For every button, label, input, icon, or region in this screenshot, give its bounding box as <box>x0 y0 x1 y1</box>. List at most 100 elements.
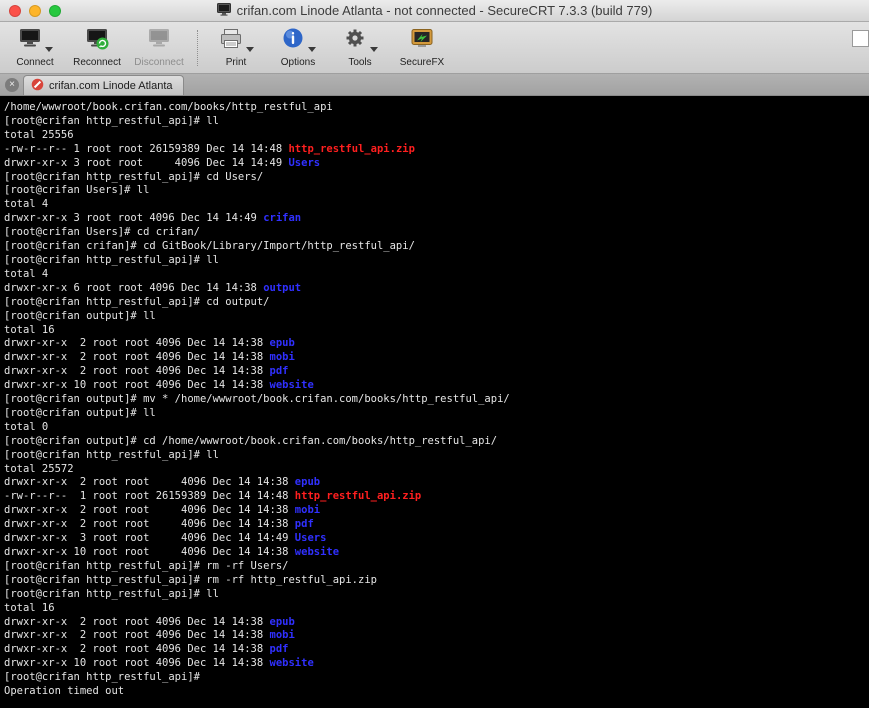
terminal-line: [root@crifan http_restful_api]# rm -rf h… <box>4 574 869 588</box>
window-title-group: crifan.com Linode Atlanta - not connecte… <box>216 2 653 19</box>
terminal-text: total 25556 <box>4 128 74 141</box>
terminal-line: [root@crifan http_restful_api]# rm -rf U… <box>4 560 869 574</box>
terminal-text: drwxr-xr-x 2 root root 4096 Dec 14 14:38 <box>4 518 295 531</box>
archive-file-name: http_restful_api.zip <box>294 490 422 503</box>
toolbar-separator <box>197 29 198 66</box>
terminal-text: [root@crifan Users]# ll <box>4 184 150 197</box>
terminal-line: [root@crifan Users]# ll <box>4 184 869 198</box>
print-dropdown-arrow[interactable] <box>246 46 254 52</box>
options-dropdown-arrow[interactable] <box>308 46 316 52</box>
terminal-text: total 16 <box>4 323 55 336</box>
terminal-text: [root@crifan Users]# cd crifan/ <box>4 226 200 239</box>
terminal-line: drwxr-xr-x 10 root root 4096 Dec 14 14:3… <box>4 657 869 671</box>
minimize-window-button[interactable] <box>29 5 41 17</box>
terminal-line: drwxr-xr-x 2 root root 4096 Dec 14 14:38… <box>4 351 869 365</box>
tools-icon <box>342 26 368 56</box>
terminal-line: drwxr-xr-x 10 root root 4096 Dec 14 14:3… <box>4 379 869 393</box>
tools-dropdown-arrow[interactable] <box>370 46 378 52</box>
securefx-button[interactable]: SecureFX <box>391 25 453 71</box>
terminal-text: [root@crifan http_restful_api]# rm -rf h… <box>4 573 377 586</box>
terminal-text: total 16 <box>4 601 55 614</box>
terminal-output[interactable]: /home/wwwroot/book.crifan.com/books/http… <box>0 96 869 708</box>
terminal-line: /home/wwwroot/book.crifan.com/books/http… <box>4 101 869 115</box>
terminal-line: drwxr-xr-x 2 root root 4096 Dec 14 14:38… <box>4 643 869 657</box>
terminal-line: drwxr-xr-x 2 root root 4096 Dec 14 14:38… <box>4 629 869 643</box>
terminal-line: drwxr-xr-x 2 root root 4096 Dec 14 14:38… <box>4 616 869 630</box>
reconnect-label: Reconnect <box>73 56 121 68</box>
reconnect-button[interactable]: Reconnect <box>66 25 128 71</box>
app-icon <box>216 2 231 19</box>
terminal-line: drwxr-xr-x 2 root root 4096 Dec 14 14:38… <box>4 365 869 379</box>
not-connected-icon <box>31 78 44 94</box>
directory-name: website <box>269 379 314 392</box>
reconnect-icon <box>84 26 110 56</box>
terminal-line: total 25572 <box>4 463 869 477</box>
terminal-line: [root@crifan crifan]# cd GitBook/Library… <box>4 240 869 254</box>
zoom-window-button[interactable] <box>49 5 61 17</box>
options-button[interactable]: Options <box>267 25 329 71</box>
options-icon <box>280 26 306 56</box>
directory-name: pdf <box>269 643 289 656</box>
securefx-label: SecureFX <box>399 56 445 68</box>
disconnect-icon <box>146 26 172 56</box>
terminal-text: drwxr-xr-x 3 root root 4096 Dec 14 14:49 <box>4 156 289 169</box>
terminal-line: drwxr-xr-x 2 root root 4096 Dec 14 14:38… <box>4 337 869 351</box>
print-button[interactable]: Print <box>205 25 267 71</box>
terminal-text: -rw-r--r-- 1 root root 26159389 Dec 14 1… <box>4 142 289 155</box>
terminal-line: [root@crifan output]# mv * /home/wwwroot… <box>4 393 869 407</box>
terminal-line: drwxr-xr-x 3 root root 4096 Dec 14 14:49… <box>4 157 869 171</box>
terminal-line: [root@crifan http_restful_api]# <box>4 671 869 685</box>
connect-button[interactable]: Connect <box>4 25 66 71</box>
connect-dropdown-arrow[interactable] <box>45 46 53 52</box>
terminal-line: [root@crifan output]# cd /home/wwwroot/b… <box>4 435 869 449</box>
terminal-text: drwxr-xr-x 2 root root 4096 Dec 14 14:38 <box>4 337 270 350</box>
terminal-line: Operation timed out <box>4 685 869 699</box>
title-bar: crifan.com Linode Atlanta - not connecte… <box>0 0 869 22</box>
window-title: crifan.com Linode Atlanta - not connecte… <box>236 3 653 18</box>
terminal-text: [root@crifan http_restful_api]# ll <box>4 587 219 600</box>
tab-close-icon[interactable]: × <box>5 78 19 92</box>
terminal-text: drwxr-xr-x 10 root root 4096 Dec 14 14:3… <box>4 657 270 670</box>
terminal-text: drwxr-xr-x 2 root root 4096 Dec 14 14:38 <box>4 643 270 656</box>
options-label: Options <box>280 56 316 68</box>
print-icon <box>218 26 244 56</box>
terminal-line: drwxr-xr-x 6 root root 4096 Dec 14 14:38… <box>4 282 869 296</box>
terminal-text: [root@crifan http_restful_api]# <box>4 671 200 684</box>
session-tab-label: crifan.com Linode Atlanta <box>49 79 173 92</box>
terminal-text: [root@crifan output]# ll <box>4 406 156 419</box>
terminal-text: [root@crifan http_restful_api]# ll <box>4 253 219 266</box>
terminal-text: drwxr-xr-x 6 root root 4096 Dec 14 14:38 <box>4 281 264 294</box>
terminal-text: /home/wwwroot/book.crifan.com/books/http… <box>4 101 333 113</box>
directory-name: output <box>263 281 302 294</box>
connect-icon <box>17 26 43 56</box>
print-label: Print <box>225 56 247 68</box>
directory-name: mobi <box>269 629 295 642</box>
terminal-text: drwxr-xr-x 3 root root 4096 Dec 14 14:49 <box>4 212 264 225</box>
terminal-line: drwxr-xr-x 10 root root 4096 Dec 14 14:3… <box>4 546 869 560</box>
terminal-line: [root@crifan http_restful_api]# ll <box>4 449 869 463</box>
terminal-line: drwxr-xr-x 2 root root 4096 Dec 14 14:38… <box>4 504 869 518</box>
terminal-line: -rw-r--r-- 1 root root 26159389 Dec 14 1… <box>4 143 869 157</box>
tab-bar: × crifan.com Linode Atlanta <box>0 74 869 96</box>
tools-button[interactable]: Tools <box>329 25 391 71</box>
directory-name: mobi <box>294 504 321 517</box>
disconnect-button[interactable]: Disconnect <box>128 25 190 71</box>
close-window-button[interactable] <box>9 5 21 17</box>
terminal-text: total 4 <box>4 198 49 211</box>
terminal-text: [root@crifan crifan]# cd GitBook/Library… <box>4 240 415 253</box>
terminal-text: drwxr-xr-x 2 root root 4096 Dec 14 14:38 <box>4 504 295 517</box>
terminal-line: drwxr-xr-x 3 root root 4096 Dec 14 14:49… <box>4 532 869 546</box>
terminal-text: drwxr-xr-x 2 root root 4096 Dec 14 14:38 <box>4 476 295 489</box>
disconnect-label: Disconnect <box>134 56 184 68</box>
session-tab[interactable]: crifan.com Linode Atlanta <box>23 75 184 95</box>
terminal-line: total 16 <box>4 324 869 338</box>
terminal-text: -rw-r--r-- 1 root root 26159389 Dec 14 1… <box>4 490 295 503</box>
terminal-text: drwxr-xr-x 2 root root 4096 Dec 14 14:38 <box>4 615 270 628</box>
archive-file-name: http_restful_api.zip <box>288 142 415 155</box>
terminal-line: drwxr-xr-x 2 root root 4096 Dec 14 14:38… <box>4 476 869 490</box>
terminal-line: total 4 <box>4 268 869 282</box>
terminal-line: [root@crifan output]# ll <box>4 310 869 324</box>
connect-label: Connect <box>16 56 54 68</box>
terminal-line: total 4 <box>4 198 869 212</box>
terminal-line: [root@crifan http_restful_api]# ll <box>4 115 869 129</box>
